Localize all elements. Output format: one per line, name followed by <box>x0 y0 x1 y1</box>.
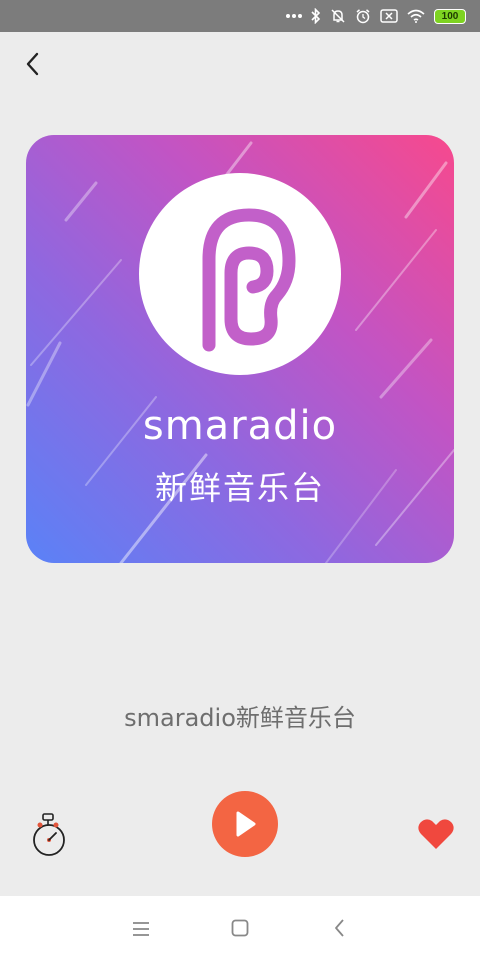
sleep-timer-icon <box>33 813 65 856</box>
menu-icon <box>133 922 149 936</box>
nav-back-button[interactable] <box>332 917 348 939</box>
more-dots-icon <box>286 13 302 19</box>
battery-icon: 100 <box>434 8 466 24</box>
station-title: smaradio新鲜音乐台 <box>124 704 356 732</box>
bluetooth-icon <box>311 8 321 24</box>
favorite-button[interactable] <box>417 817 455 851</box>
wifi-icon <box>407 9 425 23</box>
nav-home-button[interactable] <box>230 918 250 938</box>
status-notification-area <box>18 10 58 20</box>
mute-icon <box>330 8 346 24</box>
home-icon <box>231 919 249 937</box>
nav-menu-button[interactable] <box>130 920 152 938</box>
sleep-timer-button[interactable] <box>30 812 68 858</box>
battery-level: 100 <box>441 10 459 22</box>
sim-off-icon <box>380 9 398 23</box>
heart-icon <box>418 819 454 849</box>
back-button[interactable] <box>20 50 46 78</box>
ear-p-logo-icon <box>202 208 296 352</box>
status-bar: 100 <box>0 0 480 32</box>
brand-name: smaradio <box>142 403 338 449</box>
status-icons: 100 <box>286 7 466 25</box>
play-button[interactable] <box>212 791 278 857</box>
logo-circle <box>139 173 341 375</box>
alarm-icon <box>355 8 371 24</box>
chevron-left-icon <box>26 52 39 76</box>
back-icon <box>335 919 344 937</box>
album-cover: smaradio 新鲜音乐台 <box>26 135 454 563</box>
brand-subtitle: 新鲜音乐台 <box>154 469 325 507</box>
play-icon <box>236 811 256 837</box>
